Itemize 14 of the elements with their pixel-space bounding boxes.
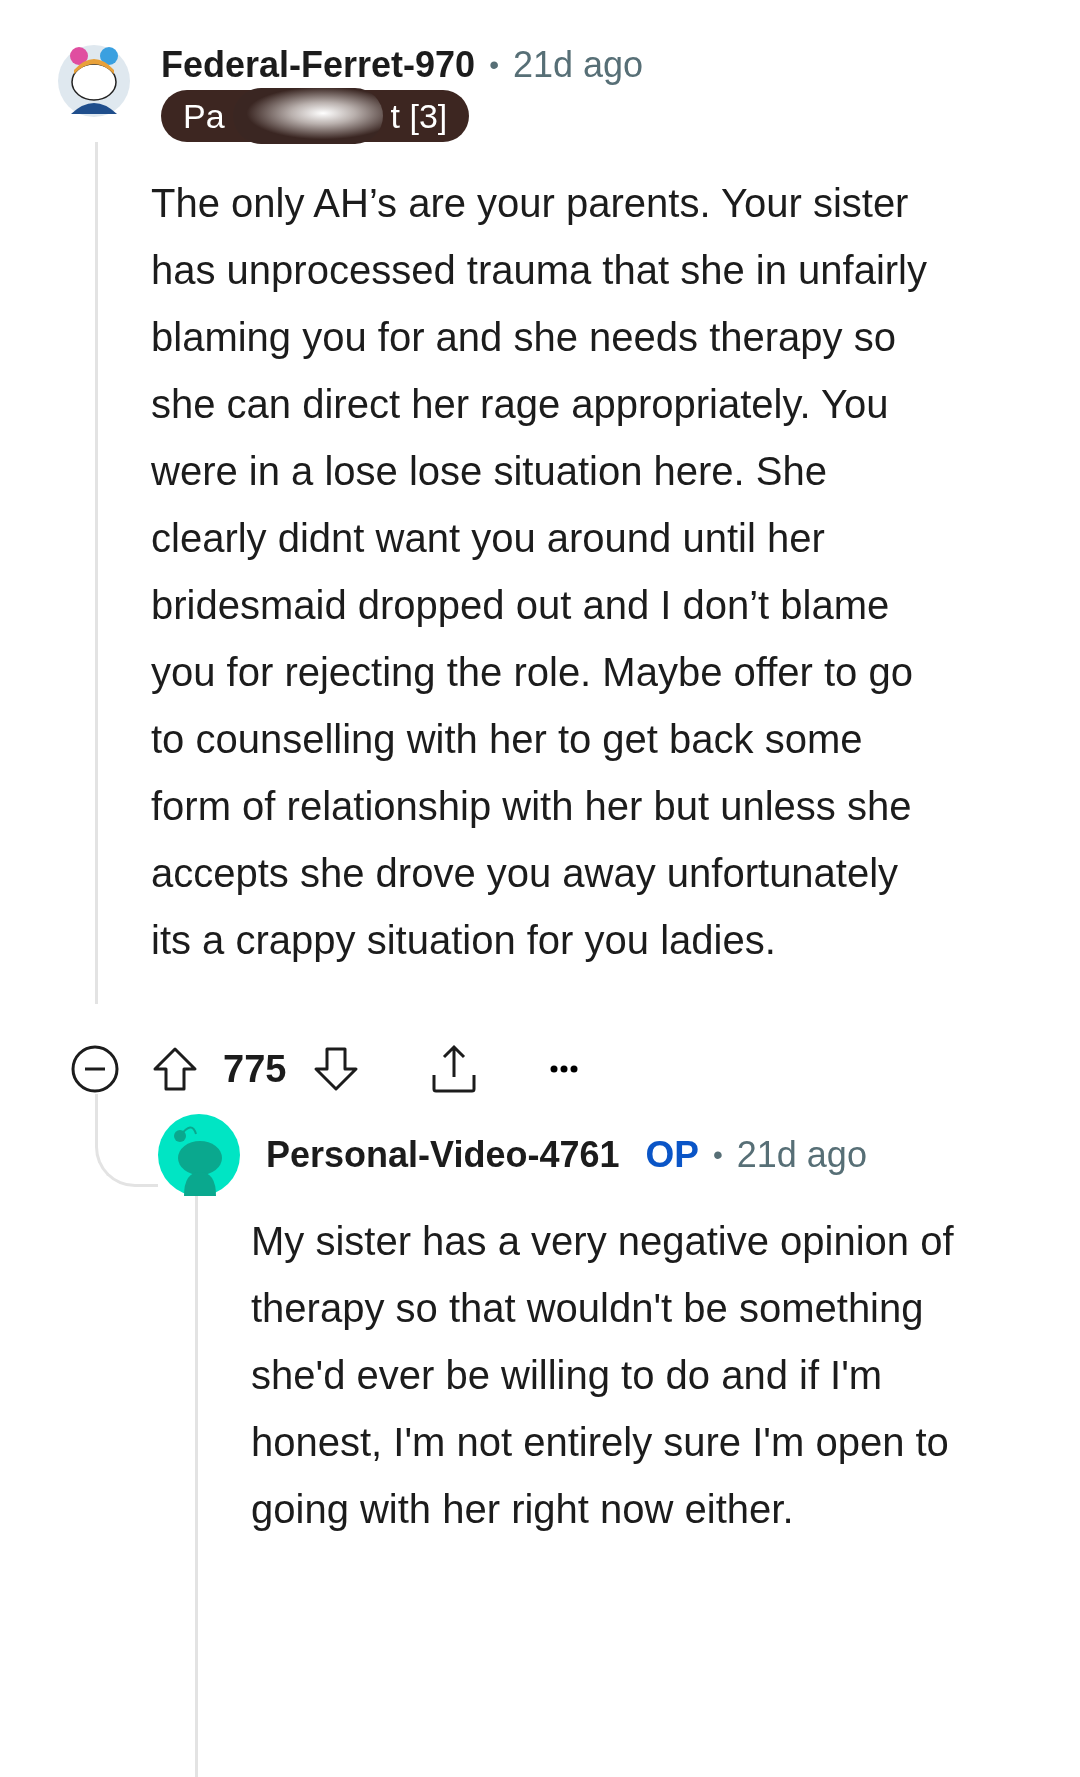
timestamp: 21d ago bbox=[736, 1134, 867, 1176]
op-label: OP bbox=[645, 1134, 699, 1176]
separator-dot: • bbox=[712, 1139, 723, 1171]
avatar-icon[interactable] bbox=[57, 44, 131, 118]
separator-dot: • bbox=[489, 49, 499, 81]
flair-text: Pa bbox=[183, 96, 225, 136]
timestamp: 21d ago bbox=[512, 44, 644, 86]
flair-text: t [3] bbox=[390, 96, 448, 136]
reply-text: My sister has a very negative opinion of therapy so that wouldn't be something she'd ever be willing to do and if I'm honest, I'm not entirely sure I'm open to going with her right now either. bbox=[251, 1218, 955, 1533]
more-options-button[interactable] bbox=[550, 1065, 579, 1073]
username[interactable]: Personal-Video-4761 bbox=[266, 1134, 620, 1176]
vote-count: 775 bbox=[223, 1047, 287, 1091]
comment-text: The only AH’s are your parents. Your sister has unprocessed trauma that she in unfairly blaming you for and she needs therapy so she can direct her rage appropriately. You were in a lose lose situation here. She clearly didnt want you around until her bridesmaid dropped out and I don’t blame you for rejecting the role. Maybe offer to go to counselling with her to get back some form of relationship with her but unless she accepts she drove you away unfortunately its a crappy situation for you ladies. bbox=[151, 180, 928, 964]
username[interactable]: Federal-Ferret-970 bbox=[161, 44, 476, 86]
